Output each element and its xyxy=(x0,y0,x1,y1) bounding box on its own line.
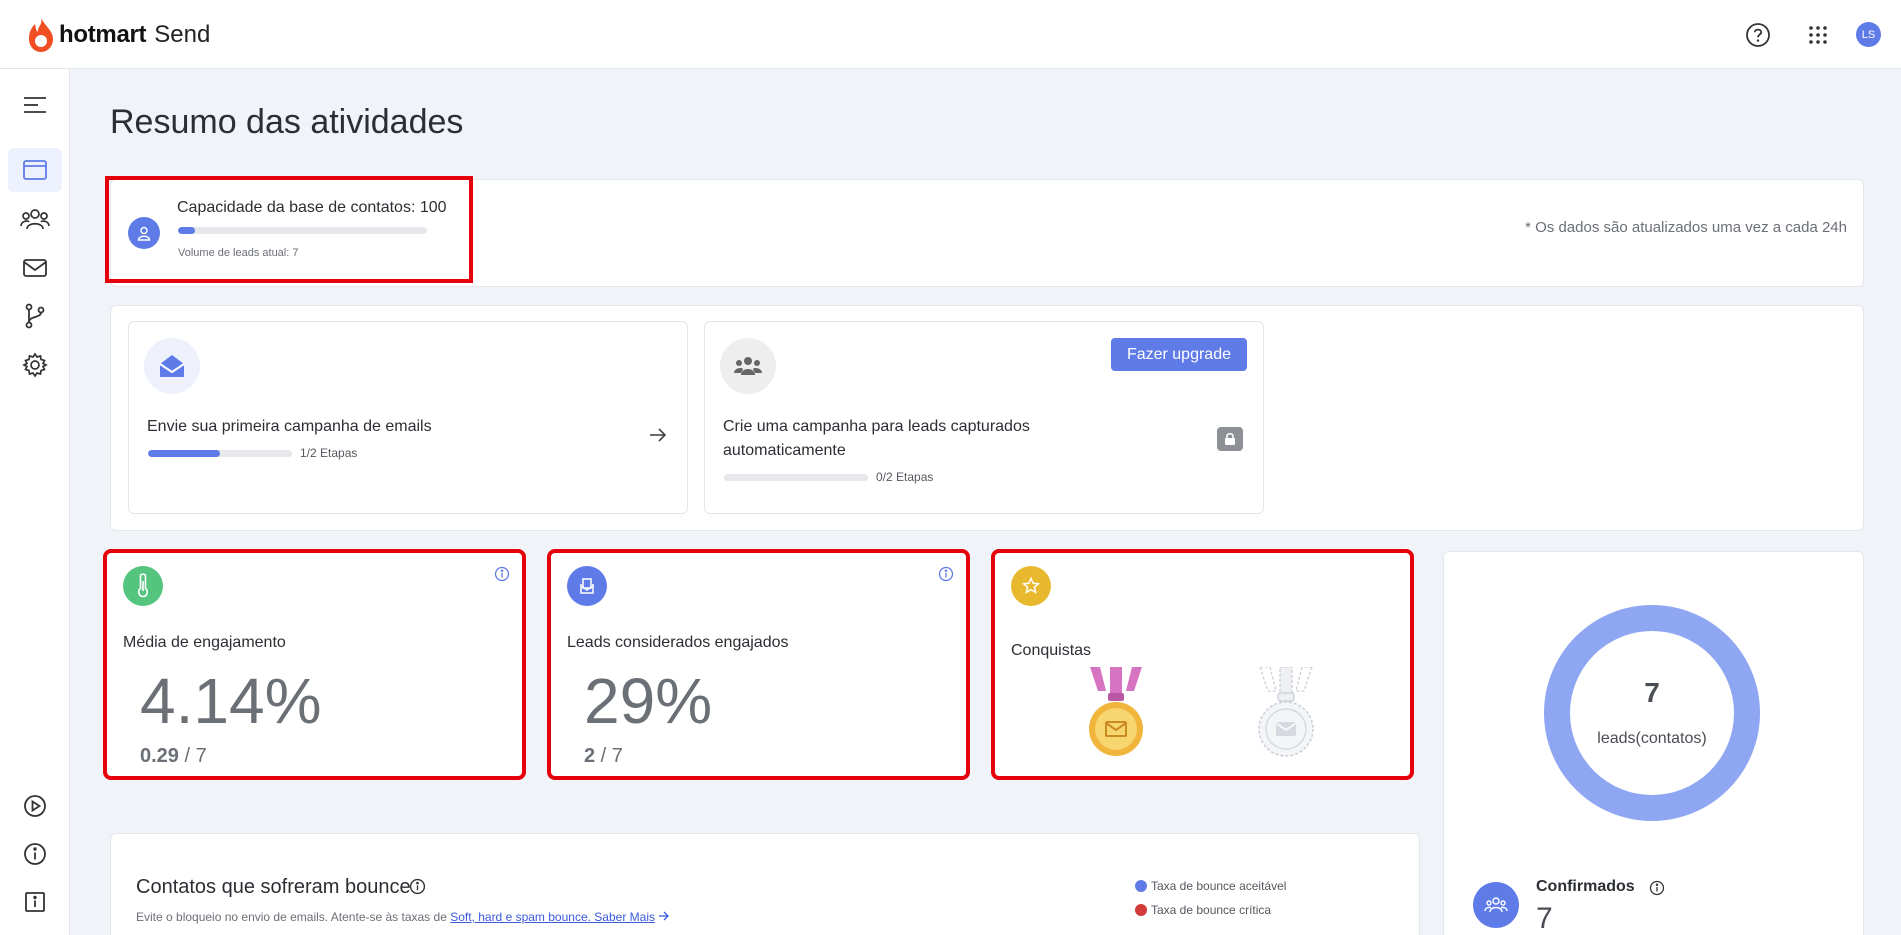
sidebar-item-tutorials[interactable] xyxy=(8,784,62,828)
metric-numerator: 0.29 xyxy=(140,745,179,767)
medal-locked-icon[interactable] xyxy=(1256,667,1316,763)
sidebar-item-settings[interactable] xyxy=(8,343,62,387)
legend-dot xyxy=(1135,904,1147,916)
capacity-progress-bar xyxy=(178,227,427,234)
leads-donut-chart xyxy=(1544,605,1760,821)
top-bar: hotmart Send LS xyxy=(0,0,1901,69)
bounce-title: Contatos que sofreram bounce xyxy=(136,876,411,898)
mail-inbox-icon xyxy=(567,566,607,606)
flame-logo-icon xyxy=(29,18,53,52)
metric-denominator: / 7 xyxy=(178,745,207,767)
metric-value: 29% xyxy=(584,665,713,737)
legend-label: Taxa de bounce aceitável xyxy=(1151,879,1287,893)
step-count: 0/2 Etapas xyxy=(876,470,934,484)
info-icon[interactable] xyxy=(937,565,954,582)
capacity-title: Capacidade da base de contatos: 100 xyxy=(177,199,447,216)
confirmed-count: 7 xyxy=(1536,902,1553,935)
info-icon[interactable] xyxy=(493,565,510,582)
users-icon xyxy=(20,209,50,230)
legend-label: Taxa de bounce crítica xyxy=(1151,903,1272,917)
envelope-icon xyxy=(23,259,47,277)
bounce-subtitle: Evite o bloqueio no envio de emails. Ate… xyxy=(136,910,670,924)
user-icon xyxy=(128,217,160,249)
achievements-card: Conquistas xyxy=(991,549,1414,780)
step-automation-campaign[interactable]: Fazer upgrade Crie uma campanha para lea… xyxy=(704,321,1264,514)
step-progress-bar xyxy=(148,450,292,457)
sidebar-item-contacts[interactable] xyxy=(8,197,62,241)
medals-row xyxy=(1086,667,1386,766)
info-icon[interactable] xyxy=(1649,880,1665,896)
metric-fraction: 0.29 / 7 xyxy=(140,745,207,768)
step-progress-bar xyxy=(724,474,868,481)
info-circle-icon xyxy=(24,843,46,865)
metric-label: Média de engajamento xyxy=(123,634,286,651)
update-note: * Os dados são atualizados uma vez a cad… xyxy=(1525,219,1847,236)
medal-earned-icon[interactable] xyxy=(1086,667,1146,763)
step-count: 1/2 Etapas xyxy=(300,446,358,460)
brand-name: hotmart xyxy=(59,21,147,48)
bounce-card: Contatos que sofreram bounce Evite o blo… xyxy=(110,833,1420,935)
hotmart-send-logo[interactable]: hotmart Send xyxy=(26,14,210,56)
legend-item: Taxa de bounce aceitável xyxy=(1135,874,1286,898)
step-title: Envie sua primeira campanha de emails xyxy=(147,418,432,435)
apps-grid-icon[interactable] xyxy=(1803,20,1833,50)
bounce-learn-more-link[interactable]: Soft, hard e spam bounce. Saber Mais xyxy=(450,910,655,924)
info-square-icon xyxy=(25,892,45,912)
users-group-icon xyxy=(720,338,776,394)
play-circle-icon xyxy=(24,795,46,817)
menu-toggle-icon[interactable] xyxy=(8,83,62,127)
sidebar-item-automations[interactable] xyxy=(8,294,62,338)
step-title: Crie uma campanha para leads capturados … xyxy=(723,418,1030,459)
envelope-open-icon xyxy=(144,338,200,394)
metric-denominator: / 7 xyxy=(595,745,623,767)
page-title: Resumo das atividades xyxy=(110,103,464,141)
engagement-card: Média de engajamento 4.14% 0.29 / 7 xyxy=(103,549,526,780)
sidebar-item-info[interactable] xyxy=(8,832,62,876)
arrow-right-icon[interactable] xyxy=(647,424,669,446)
sidebar-item-emails[interactable] xyxy=(8,246,62,290)
help-icon[interactable] xyxy=(1743,20,1773,50)
lock-icon xyxy=(1217,427,1243,451)
product-name: Send xyxy=(154,21,211,48)
confirmed-label: Confirmados xyxy=(1536,878,1635,895)
star-icon xyxy=(1011,566,1051,606)
bounce-legend: Taxa de bounce aceitável Taxa de bounce … xyxy=(1135,874,1286,922)
current-volume-label: Volume de leads atual: 7 xyxy=(178,247,299,259)
legend-dot xyxy=(1135,880,1147,892)
metric-numerator: 2 xyxy=(584,745,596,767)
donut-ring xyxy=(1544,605,1760,821)
metric-label: Leads considerados engajados xyxy=(567,634,789,651)
thermometer-icon xyxy=(123,566,163,606)
onboarding-card: Envie sua primeira campanha de emails 1/… xyxy=(110,305,1864,531)
info-icon[interactable] xyxy=(409,878,426,895)
legend-item: Taxa de bounce crítica xyxy=(1135,898,1286,922)
sidebar xyxy=(0,69,70,935)
leads-label: leads(contatos) xyxy=(1597,730,1707,747)
sidebar-item-about[interactable] xyxy=(8,880,62,924)
git-branch-icon xyxy=(25,303,45,329)
browser-window-icon xyxy=(23,160,47,180)
engaged-leads-card: Leads considerados engajados 29% 2 / 7 xyxy=(547,549,970,780)
leads-total: 7 xyxy=(1644,677,1660,708)
metric-label: Conquistas xyxy=(1011,642,1092,659)
arrow-right-icon[interactable] xyxy=(658,911,670,921)
gear-icon xyxy=(22,352,48,378)
metric-fraction: 2 / 7 xyxy=(584,745,623,768)
bounce-subtitle-text: Evite o bloqueio no envio de emails. Ate… xyxy=(136,910,451,924)
user-avatar[interactable]: LS xyxy=(1856,22,1881,47)
sidebar-item-dashboard[interactable] xyxy=(8,148,62,192)
step-first-campaign[interactable]: Envie sua primeira campanha de emails 1/… xyxy=(128,321,688,514)
users-icon xyxy=(1473,882,1519,928)
leads-donut-card: 7 leads(contatos) Confirmados 7 xyxy=(1443,551,1864,935)
metric-value: 4.14% xyxy=(140,665,322,737)
capacity-card: Capacidade da base de contatos: 100 Volu… xyxy=(110,179,1864,287)
upgrade-button[interactable]: Fazer upgrade xyxy=(1110,338,1247,371)
